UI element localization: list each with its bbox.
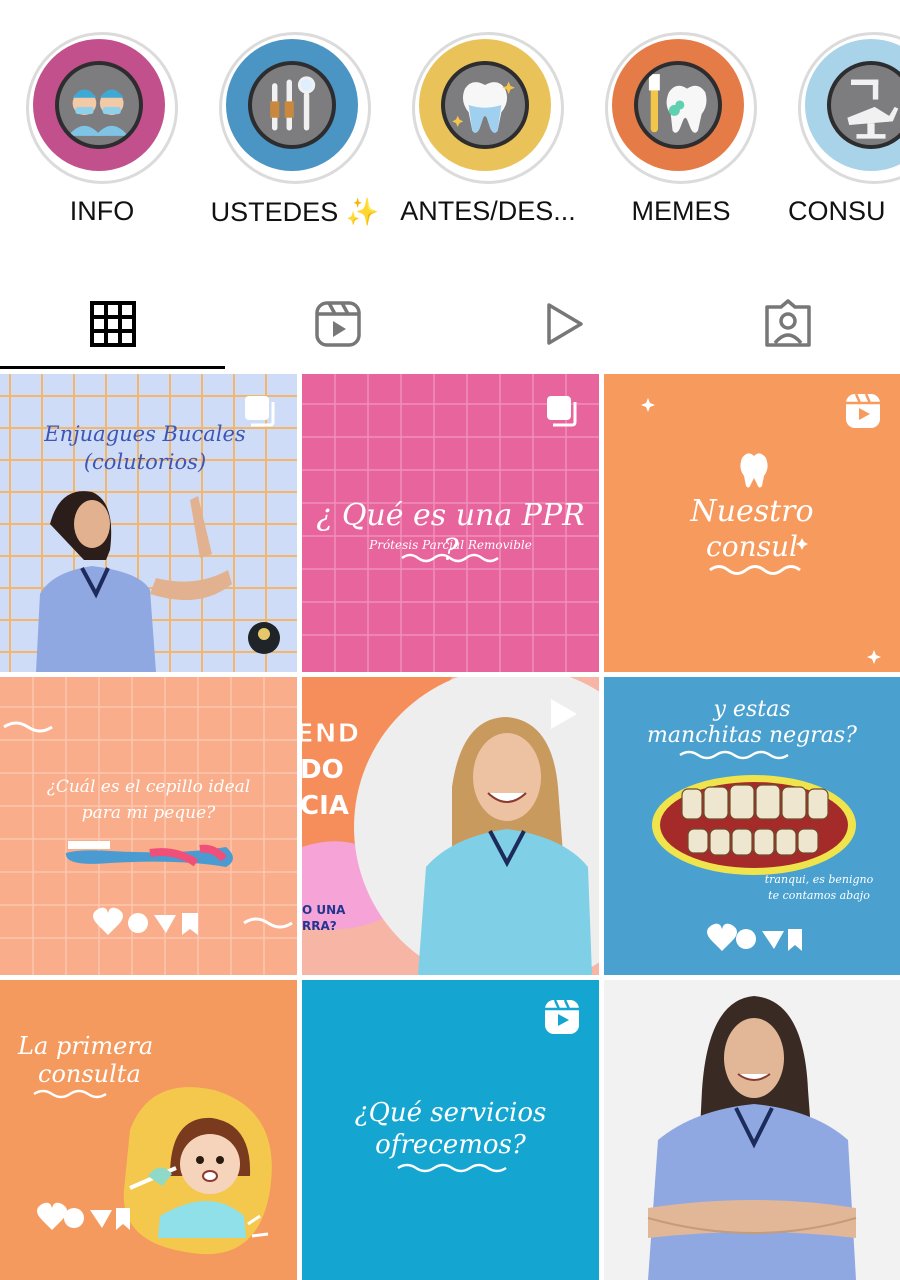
post-note: tranqui, es benigno	[764, 873, 874, 886]
highlight-label: CONSU	[788, 196, 886, 226]
tab-tagged[interactable]	[675, 280, 900, 368]
reels-icon	[846, 393, 880, 428]
post-title-line2: manchitas negras?	[647, 723, 857, 748]
post-note-line2: te contamos abajo	[768, 889, 870, 902]
tooth-brush-icon	[634, 61, 722, 149]
post-subtitle: Prótesis Parcial Removible	[369, 538, 532, 552]
post-title: ¿ Qué es una PPR ?	[316, 498, 585, 568]
highlight-label: USTEDES ✨	[210, 197, 380, 227]
post-foto-doctora[interactable]	[604, 980, 900, 1280]
post-title: ¿Cuál es el cepillo ideal	[46, 777, 251, 797]
tagged-icon	[764, 299, 811, 347]
story-highlights: INFO USTEDES ✨ ANTES/DES... MEMES CONSU	[0, 0, 900, 255]
carousel-icon	[245, 396, 275, 427]
post-background	[0, 677, 297, 975]
post-title-line2: (colutorios)	[83, 450, 207, 474]
active-tab-indicator	[0, 366, 225, 369]
tab-reels[interactable]	[225, 280, 450, 368]
tooth-sparkle-icon	[441, 61, 529, 149]
post-side-text: DO	[302, 755, 344, 785]
tab-videos[interactable]	[450, 280, 675, 368]
post-que-es-ppr[interactable]: ¿ Qué es una PPR ? Prótesis Parcial Remo…	[302, 374, 599, 672]
post-nuestro-consul[interactable]: Nuestro consul	[604, 374, 900, 672]
post-background	[604, 980, 900, 1280]
posts-grid: Enjuagues Bucales (colutorios) ¿ Qué es …	[0, 374, 900, 1280]
highlight-label: MEMES	[631, 196, 731, 226]
reels-icon	[545, 999, 579, 1034]
highlight-label: INFO	[69, 196, 135, 226]
grid-icon	[89, 301, 136, 347]
post-title-line2: consulta	[38, 1060, 141, 1088]
post-manchitas-negras[interactable]: y estas manchitas negras? tranqui, es be…	[604, 677, 900, 975]
doctors-icon	[55, 61, 143, 149]
post-cepillo-ideal[interactable]: ¿Cuál es el cepillo ideal para mi peque?	[0, 677, 297, 975]
post-title: ¿Qué servicios	[354, 1098, 547, 1128]
post-bubble-text: O UNA	[302, 903, 346, 917]
post-title: y estas	[713, 697, 791, 722]
post-title: Nuestro	[690, 494, 814, 529]
carousel-icon	[547, 396, 577, 427]
post-title-line2: consul	[706, 530, 798, 563]
post-background	[0, 980, 297, 1280]
highlight-label: ANTES/DES...	[400, 196, 576, 226]
post-side-text: END	[302, 719, 361, 750]
post-primera-consulta[interactable]: La primera consulta	[0, 980, 297, 1280]
post-title-line2: para mi peque?	[81, 803, 216, 823]
post-enjuagues-bucales[interactable]: Enjuagues Bucales (colutorios)	[0, 374, 297, 672]
play-icon	[546, 303, 583, 345]
post-bubble-text: RRA?	[302, 919, 337, 933]
post-side-text: CIA	[302, 791, 349, 821]
post-video-doctora[interactable]: END DO CIA O UNA RRA?	[302, 677, 599, 975]
tab-posts-grid[interactable]	[0, 280, 225, 368]
reels-icon	[314, 301, 361, 347]
post-title: Enjuagues Bucales	[44, 422, 246, 446]
post-que-servicios[interactable]: ¿Qué servicios ofrecemos?	[302, 980, 599, 1280]
play-icon	[551, 699, 577, 729]
post-title-line2: ofrecemos?	[375, 1130, 526, 1160]
dental-tools-icon	[248, 61, 336, 149]
profile-tabs	[0, 280, 900, 370]
post-title: La primera	[18, 1032, 154, 1060]
